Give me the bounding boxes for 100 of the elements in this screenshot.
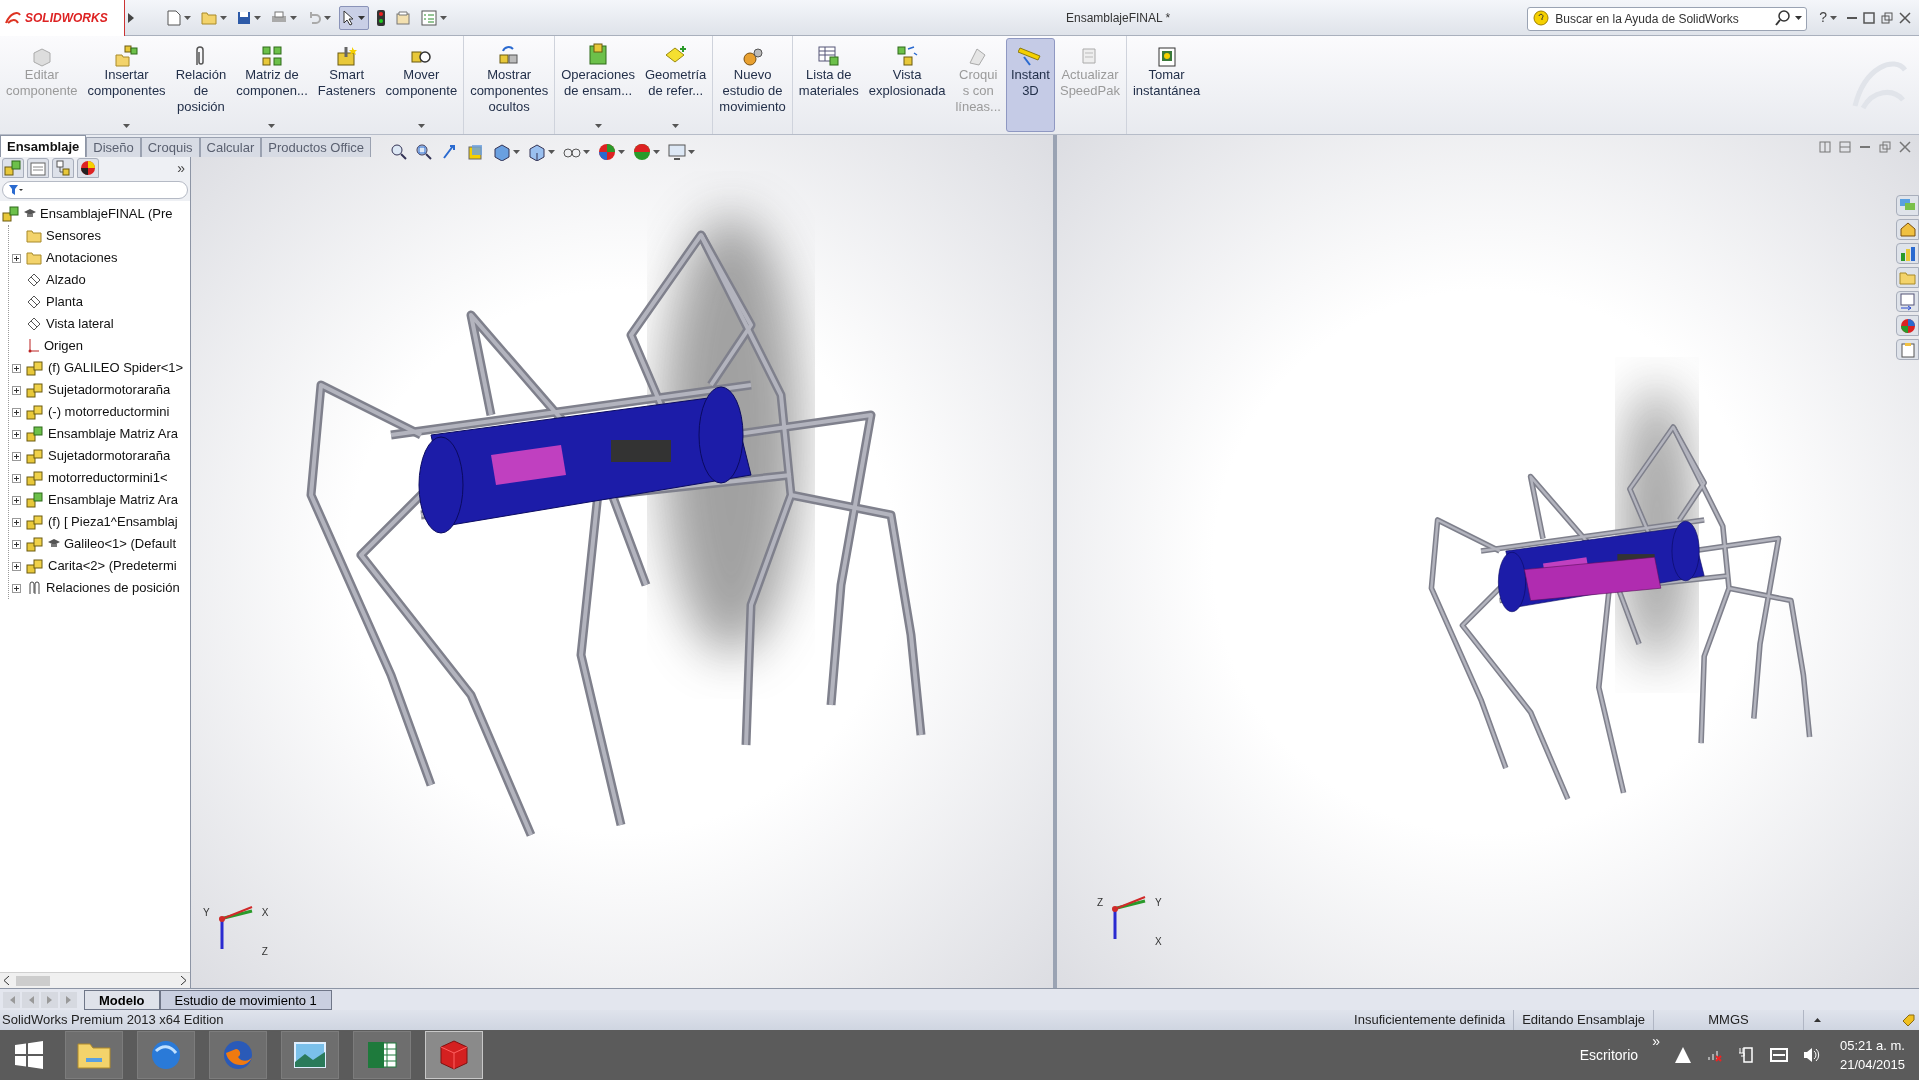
- taskbar-app-button[interactable]: [353, 1031, 411, 1079]
- view-toolbar-button[interactable]: [633, 143, 660, 161]
- ribbon-button[interactable]: Vista explosionada: [863, 38, 951, 132]
- command-tab[interactable]: Ensamblaje: [0, 135, 87, 157]
- ribbon-button[interactable]: Mover componente: [380, 38, 463, 132]
- manager-tab[interactable]: [77, 158, 99, 178]
- toolbar-button[interactable]: [269, 10, 299, 25]
- task-pane-tab[interactable]: [1896, 243, 1919, 264]
- command-tab[interactable]: Calcular: [199, 137, 262, 157]
- ribbon-button[interactable]: Tomar instantánea: [1127, 38, 1206, 132]
- view-toolbar-button[interactable]: [528, 143, 555, 161]
- tree-item[interactable]: (f) GALILEO Spider<1>: [9, 357, 188, 379]
- taskbar-app-button[interactable]: [281, 1031, 339, 1079]
- scrollbar-thumb[interactable]: [16, 975, 50, 986]
- tree-item[interactable]: Sujetadormotoraraña: [9, 379, 188, 401]
- tree-item[interactable]: Carita<2> (Predetermi: [9, 555, 188, 577]
- bar-chart-icon: [1898, 244, 1917, 263]
- command-tab[interactable]: Croquis: [140, 137, 200, 157]
- tree-item[interactable]: Vista lateral: [9, 313, 188, 335]
- help-button[interactable]: ?: [1819, 7, 1837, 28]
- show-hidden-buttons-icon[interactable]: [1673, 1046, 1692, 1064]
- tree-item[interactable]: (f) [ Pieza1^Ensamblaj: [9, 511, 188, 533]
- toolbar-chevron-button[interactable]: »: [1652, 1030, 1660, 1052]
- view-toolbar-button[interactable]: [415, 143, 433, 161]
- tree-item[interactable]: Anotaciones: [9, 247, 188, 269]
- cubes-icon: [26, 536, 44, 552]
- tile-button[interactable]: [1819, 141, 1831, 153]
- next-icon: [45, 995, 54, 1004]
- ribbon-button[interactable]: Operaciones de ensam...: [556, 38, 640, 132]
- task-pane-tab[interactable]: [1896, 219, 1919, 240]
- task-pane-tab[interactable]: [1896, 291, 1919, 312]
- previous-tab-button[interactable]: [22, 991, 39, 1008]
- task-pane-tab[interactable]: [1896, 315, 1919, 336]
- next-tab-button[interactable]: [41, 991, 58, 1008]
- tree-item[interactable]: Galileo<1> (Default: [9, 533, 188, 555]
- minimize-button[interactable]: [1847, 16, 1857, 19]
- folder-icon: [76, 1040, 112, 1070]
- ribbon-button[interactable]: Smart Fasteners: [312, 38, 381, 132]
- tree-item[interactable]: Ensamblaje Matriz Ara: [9, 423, 188, 445]
- options-button[interactable]: [393, 9, 413, 26]
- task-pane-tab[interactable]: [1896, 195, 1919, 216]
- ribbon-button[interactable]: Mostrar componentes ocultos: [465, 38, 554, 132]
- help-search-field[interactable]: Buscar en la Ayuda de SolidWorks: [1527, 6, 1808, 31]
- ribbon-button[interactable]: Nuevo estudio de movimiento: [714, 38, 791, 132]
- last-tab-button[interactable]: [60, 991, 77, 1008]
- tree-item[interactable]: EnsamblajeFINAL (Pre: [0, 203, 188, 225]
- view-toolbar-button[interactable]: [493, 143, 520, 161]
- tree-item[interactable]: Alzado: [9, 269, 188, 291]
- tree-item[interactable]: Relaciones de posición: [9, 577, 188, 599]
- tree-item[interactable]: Sensores: [9, 225, 188, 247]
- taskbar-app-button[interactable]: [209, 1031, 267, 1079]
- ribbon-button[interactable]: Insertar componentes: [82, 38, 171, 132]
- more-button[interactable]: »: [177, 157, 185, 179]
- toolbar-button[interactable]: [235, 10, 263, 25]
- command-tab[interactable]: Productos Office: [261, 137, 372, 157]
- filter-field[interactable]: [2, 181, 188, 199]
- taskbar-app-button[interactable]: [65, 1031, 123, 1079]
- traffic-light-button[interactable]: [375, 9, 387, 26]
- view-toolbar-button[interactable]: [598, 143, 625, 161]
- keyboard-button[interactable]: [1769, 1046, 1788, 1064]
- tree-item[interactable]: (-) motorreductormini: [9, 401, 188, 423]
- ribbon-button[interactable]: Instant 3D: [1005, 38, 1055, 132]
- ribbon-button[interactable]: Geometría de refer...: [639, 38, 712, 132]
- view-toolbar-button[interactable]: [391, 144, 407, 160]
- tree-item[interactable]: motorreductormini1<: [9, 467, 188, 489]
- model-tab[interactable]: Estudio de movimiento 1: [159, 989, 332, 1010]
- task-pane-tab[interactable]: [1896, 339, 1919, 360]
- toolbar-button[interactable]: [199, 10, 229, 25]
- speaker-button[interactable]: [1801, 1046, 1820, 1064]
- command-tab[interactable]: Diseño: [86, 137, 141, 157]
- caret-icon: [220, 15, 227, 20]
- model-tab[interactable]: Modelo: [84, 989, 160, 1010]
- graphics-viewport[interactable]: Z Y X: [1057, 135, 1919, 988]
- close-button[interactable]: [1899, 141, 1911, 153]
- tile-button[interactable]: [1863, 11, 1875, 24]
- battery-plug-button[interactable]: [1737, 1046, 1756, 1064]
- clock-button[interactable]: 05:21 a. m. 21/04/2015: [1839, 1036, 1905, 1074]
- caret-icon: [1814, 1018, 1821, 1022]
- first-tab-button[interactable]: [3, 991, 20, 1008]
- window-title: EnsamblajeFINAL *: [1064, 9, 1172, 27]
- select-tool-button[interactable]: [339, 5, 369, 30]
- tree-item[interactable]: Planta: [9, 291, 188, 313]
- tree-item[interactable]: Origen: [9, 335, 188, 357]
- ribbon-button[interactable]: Lista de materiales: [793, 38, 864, 132]
- tree-item[interactable]: Ensamblaje Matriz Ara: [9, 489, 188, 511]
- tile-button[interactable]: [1839, 141, 1851, 153]
- close-button[interactable]: [1899, 11, 1911, 24]
- house-icon: [1898, 220, 1917, 239]
- list-button[interactable]: [419, 9, 449, 26]
- tree-item[interactable]: Sujetadormotoraraña: [9, 445, 188, 467]
- taskbar-app-button[interactable]: [137, 1031, 195, 1079]
- horizontal-scrollbar[interactable]: [0, 972, 190, 988]
- taskbar-app-button[interactable]: [425, 1031, 483, 1079]
- ribbon-button[interactable]: Matriz de componen...: [231, 38, 313, 132]
- ribbon-button[interactable]: Relación de posición: [170, 38, 232, 132]
- view-toolbar-button[interactable]: [668, 143, 695, 161]
- restore-button[interactable]: [1881, 11, 1893, 24]
- toolbar-button[interactable]: [165, 9, 193, 26]
- restore-button[interactable]: [1879, 141, 1891, 153]
- printer-icon: [271, 10, 287, 25]
